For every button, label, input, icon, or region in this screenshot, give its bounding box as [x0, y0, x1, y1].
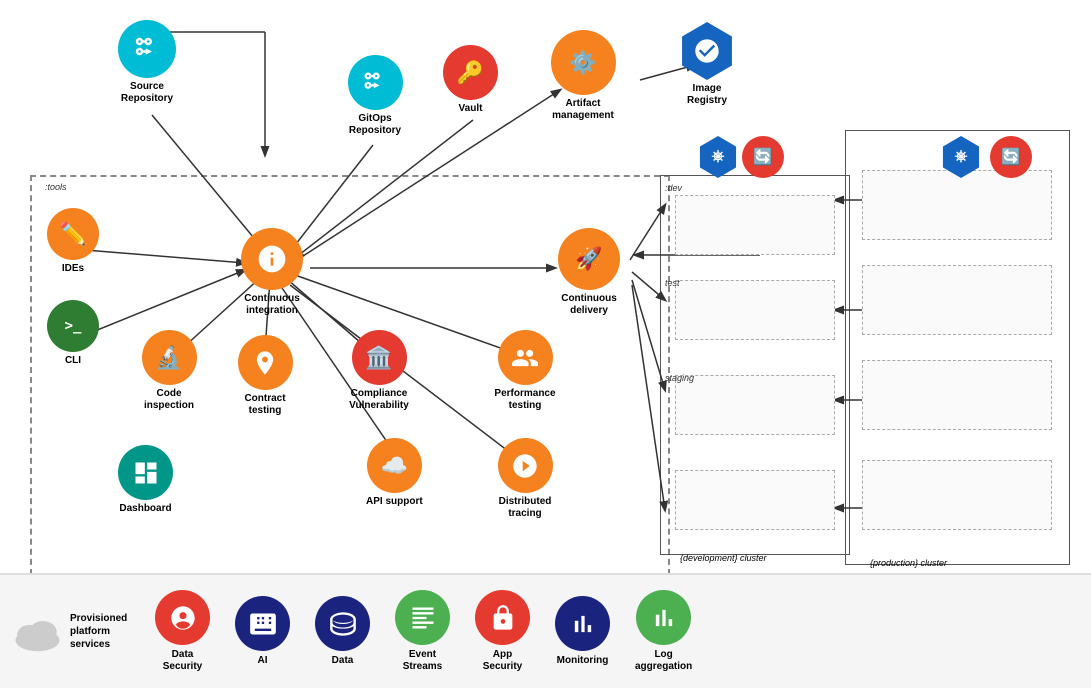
monitoring-icon — [555, 596, 610, 651]
provisioned-platform-label: Provisioned platform services — [70, 612, 140, 651]
k8s-prod-hex: ⎈ — [940, 136, 982, 178]
cd-node: 🚀 Continuous delivery — [554, 228, 624, 317]
k8s-dev-hex: ⎈ — [697, 136, 739, 178]
bottom-bar: Provisioned platform services DataSecuri… — [0, 573, 1091, 688]
prod-cluster-label: {production} cluster — [870, 558, 947, 568]
data-icon — [315, 596, 370, 651]
k8s-dev-icon: ⎈ — [697, 136, 739, 178]
log-aggregation-icon — [636, 590, 691, 645]
performance-testing-label: Performance testing — [490, 388, 560, 412]
tools-label: :tools — [45, 182, 67, 192]
dev-cluster-label: {development} cluster — [680, 553, 767, 563]
source-repository-icon — [118, 20, 176, 78]
monitoring-label: Monitoring — [557, 655, 609, 667]
event-streams-item: EventStreams — [395, 590, 450, 673]
image-registry-node: Image Registry — [672, 22, 742, 107]
prod-rect-4 — [862, 460, 1052, 530]
ci-icon — [241, 228, 303, 290]
dashboard-icon — [118, 445, 173, 500]
refresh-dev-circle: 🔄 — [742, 136, 784, 178]
vault-icon: 🔑 — [443, 45, 498, 100]
bottom-services-list: DataSecurity AI Data — [155, 590, 1081, 673]
prod-rect-3 — [862, 360, 1052, 430]
refresh-dev-icon: 🔄 — [742, 136, 784, 178]
source-repository-label: Source Repository — [112, 81, 182, 105]
ides-label: IDEs — [62, 263, 84, 275]
app-security-icon — [475, 590, 530, 645]
vault-node: 🔑 Vault — [443, 45, 498, 115]
compliance-label: Compliance Vulnerability — [344, 388, 414, 412]
ci-node: Continuous integration — [237, 228, 307, 317]
cloud-icon — [10, 612, 65, 652]
cli-label: CLI — [65, 355, 81, 367]
app-security-label: AppSecurity — [483, 649, 522, 673]
cd-icon: 🚀 — [558, 228, 620, 290]
api-support-node: ☁️ API support — [366, 438, 423, 508]
data-security-label: DataSecurity — [163, 649, 202, 673]
dev-rect — [675, 195, 835, 255]
ides-node: ✏️ IDEs — [47, 208, 99, 275]
dashboard-node: Dashboard — [118, 445, 173, 515]
k8s-prod-icon: ⎈ — [940, 136, 982, 178]
gitops-repository-node: GitOps Repository — [340, 55, 410, 137]
artifact-management-label: Artifact management — [548, 98, 618, 122]
data-security-item: DataSecurity — [155, 590, 210, 673]
gitops-repository-label: GitOps Repository — [340, 113, 410, 137]
api-support-label: API support — [366, 496, 423, 508]
prod-rect-1 — [862, 170, 1052, 240]
data-item: Data — [315, 596, 370, 667]
code-inspection-node: 🔬 Code inspection — [134, 330, 204, 412]
ai-icon — [235, 596, 290, 651]
event-streams-icon — [395, 590, 450, 645]
contract-testing-label: Contract testing — [230, 393, 300, 417]
vault-label: Vault — [459, 103, 483, 115]
artifact-management-node: ⚙️ Artifact management — [548, 30, 618, 122]
compliance-icon: 🏛️ — [352, 330, 407, 385]
artifact-icon: ⚙️ — [551, 30, 616, 95]
prod-small-rect — [675, 470, 835, 530]
image-registry-label: Image Registry — [672, 83, 742, 107]
prod-rect-2 — [862, 265, 1052, 335]
compliance-node: 🏛️ Compliance Vulnerability — [344, 330, 414, 412]
log-aggregation-label: Logaggregation — [635, 649, 692, 673]
cd-label: Continuous delivery — [554, 293, 624, 317]
image-registry-icon — [678, 22, 736, 80]
monitoring-item: Monitoring — [555, 596, 610, 667]
gitops-icon — [348, 55, 403, 110]
test-label: test — [665, 278, 680, 288]
source-repository-node: Source Repository — [112, 20, 182, 105]
ci-label: Continuous integration — [237, 293, 307, 317]
code-inspection-label: Code inspection — [134, 388, 204, 412]
distributed-tracing-label: Distributed tracing — [490, 496, 560, 520]
distributed-tracing-icon — [498, 438, 553, 493]
app-security-item: AppSecurity — [475, 590, 530, 673]
staging-label: staging — [665, 373, 694, 383]
ai-label: AI — [258, 655, 268, 667]
refresh-prod-circle: 🔄 — [990, 136, 1032, 178]
api-support-icon: ☁️ — [367, 438, 422, 493]
dev-label: :dev — [665, 183, 682, 193]
contract-testing-node: Contract testing — [230, 335, 300, 417]
diagram-container: :tools :dev test staging {development} c… — [0, 0, 1091, 688]
event-streams-label: EventStreams — [403, 649, 442, 673]
log-aggregation-item: Logaggregation — [635, 590, 692, 673]
ai-item: AI — [235, 596, 290, 667]
ides-icon: ✏️ — [47, 208, 99, 260]
code-inspection-icon: 🔬 — [142, 330, 197, 385]
cli-icon: >_ — [47, 300, 99, 352]
staging-rect — [675, 375, 835, 435]
performance-testing-icon — [498, 330, 553, 385]
refresh-prod-icon: 🔄 — [990, 136, 1032, 178]
cli-node: >_ CLI — [47, 300, 99, 367]
dashboard-label: Dashboard — [119, 503, 171, 515]
test-rect — [675, 280, 835, 340]
contract-testing-icon — [238, 335, 293, 390]
distributed-tracing-node: Distributed tracing — [490, 438, 560, 520]
data-security-icon — [155, 590, 210, 645]
performance-testing-node: Performance testing — [490, 330, 560, 412]
data-label: Data — [332, 655, 354, 667]
